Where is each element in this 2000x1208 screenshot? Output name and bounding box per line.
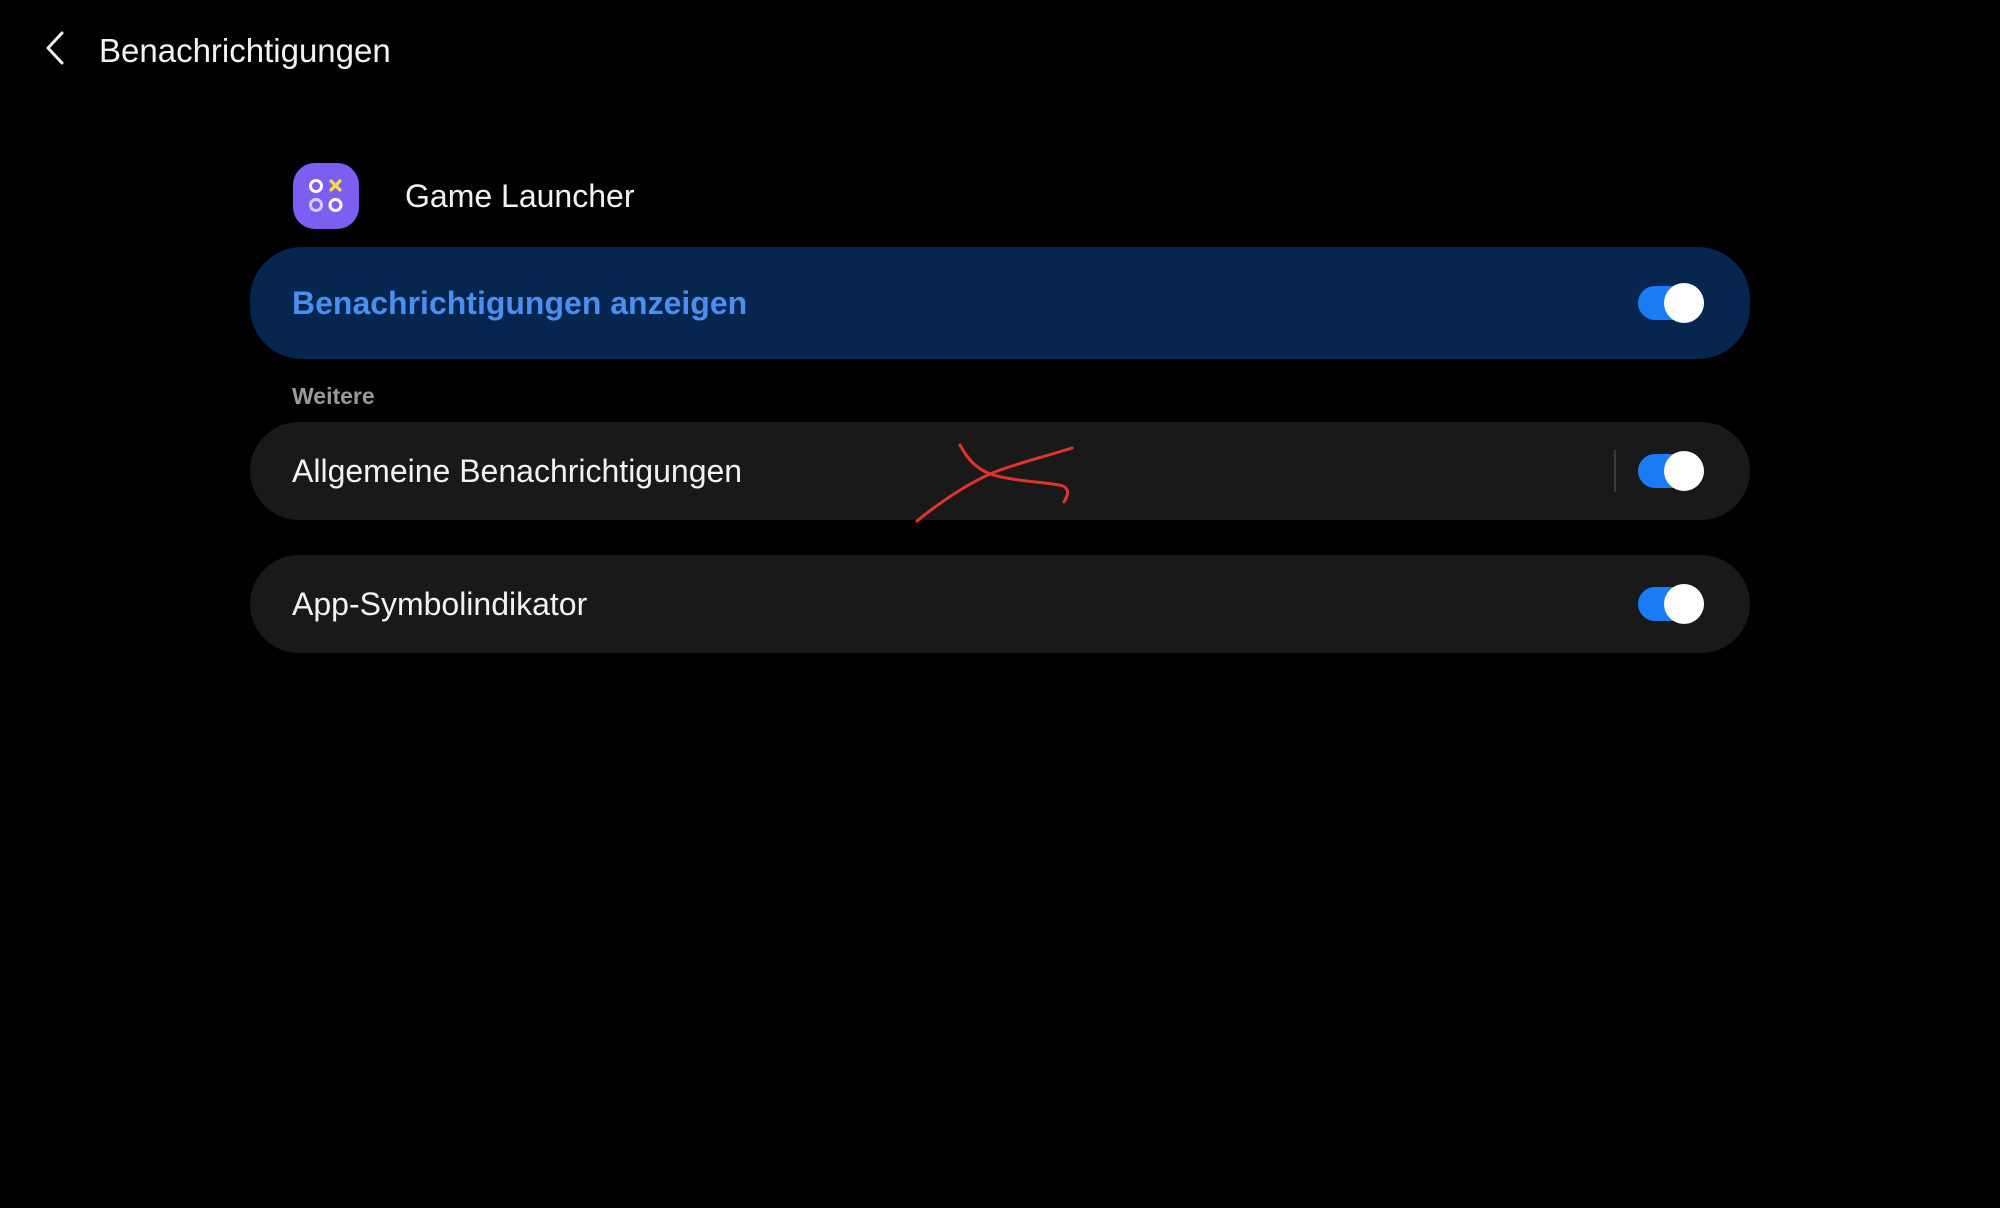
section-header-more: Weitere [292,383,375,409]
app-icon-badge-label: App-Symbolindikator [292,585,588,622]
page-title: Benachrichtigungen [99,32,391,69]
notification-settings-screen: Benachrichtigungen Game Launcher Benachr… [0,0,2000,1208]
show-notifications-label: Benachrichtigungen anzeigen [292,284,748,321]
row-divider [1614,450,1616,492]
general-notifications-row[interactable]: Allgemeine Benachrichtigungen [250,422,1750,520]
chevron-left-icon [43,30,67,71]
general-notifications-toggle[interactable] [1638,449,1704,493]
toggle-knob [1664,283,1704,323]
show-notifications-toggle[interactable] [1638,281,1704,325]
toggle-knob [1664,584,1704,624]
back-button[interactable] [30,24,80,76]
toggle-knob [1664,451,1704,491]
app-name: Game Launcher [405,177,635,214]
app-icon-badge-toggle[interactable] [1638,582,1704,626]
app-header: Game Launcher [293,162,634,230]
app-icon-badge-row[interactable]: App-Symbolindikator [250,555,1750,653]
general-notifications-label: Allgemeine Benachrichtigungen [292,452,743,489]
top-bar: Benachrichtigungen [0,0,2000,104]
show-notifications-row[interactable]: Benachrichtigungen anzeigen [250,247,1750,359]
game-launcher-icon [293,163,359,229]
